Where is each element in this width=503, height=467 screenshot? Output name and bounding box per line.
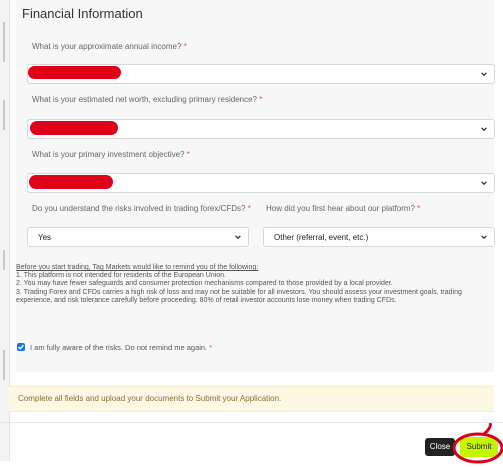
alert-text: Complete all fields and upload your docu… [18,394,282,403]
redaction-mark [28,66,121,79]
financial-information-card: Financial Information What is your appro… [16,0,495,372]
risk-notice-heading: Before you start trading, Tag Markets wo… [16,264,259,271]
left-edge-mark [3,350,5,380]
risk-notice-line: 1. This platform is not intended for res… [16,272,226,280]
net-worth-label: What is your estimated net worth, exclud… [32,95,263,104]
application-form-page: Financial Information What is your appro… [0,0,503,464]
annual-income-label: What is your approximate annual income? … [32,42,187,51]
footer-divider [0,422,503,423]
risk-notice-line: 3. Trading Forex and CFDs carries a high… [16,288,462,304]
chevron-down-icon [481,127,487,132]
investment-objective-label: What is your primary investment objectiv… [32,150,190,159]
left-edge-mark [3,100,5,130]
chevron-down-icon [481,235,487,240]
risk-understanding-value: Yes [38,233,52,242]
checkmark-icon [18,344,24,350]
chevron-down-icon [235,235,241,240]
redaction-mark [29,175,113,189]
incomplete-application-alert: Complete all fields and upload your docu… [8,386,494,412]
acknowledge-checkbox[interactable] [17,343,25,351]
risk-notice: Before you start trading, Tag Markets wo… [16,264,484,305]
referral-source-label: How did you first hear about our platfor… [266,204,421,213]
risk-understanding-select[interactable]: Yes [27,227,249,247]
redaction-mark [30,121,118,135]
referral-source-value: Other (referral, event, etc.) [274,233,369,242]
risk-understanding-label: Do you understand the risks involved in … [32,204,251,213]
left-edge-mark [3,250,5,270]
left-edge-mark [3,22,5,62]
risk-notice-line: 2. You may have fewer safeguards and con… [16,280,393,288]
chevron-down-icon [481,181,487,186]
chevron-down-icon [481,72,487,77]
acknowledge-label: I am fully aware of the risks. Do not re… [30,342,213,352]
referral-source-select[interactable]: Other (referral, event, etc.) [263,227,495,247]
section-title: Financial Information [22,6,143,21]
annotation-circle [452,423,503,464]
acknowledge-row: I am fully aware of the risks. Do not re… [17,341,212,353]
